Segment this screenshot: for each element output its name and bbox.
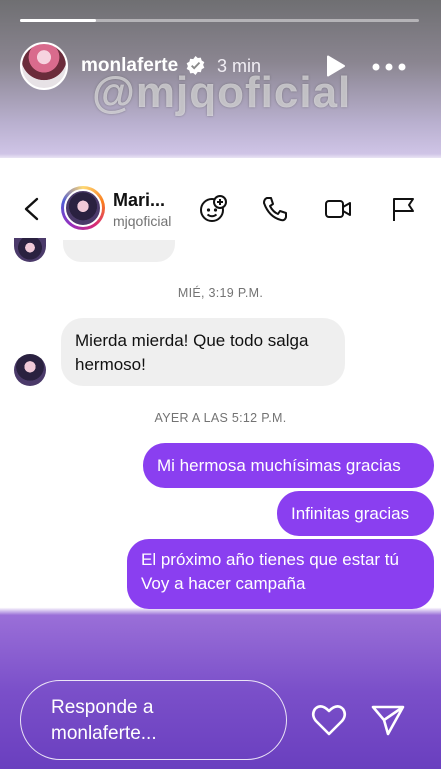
chat-timestamp: MIÉ, 3:19 P.M. xyxy=(177,286,264,300)
back-icon[interactable] xyxy=(22,197,40,221)
contact-avatar-photo xyxy=(64,189,102,227)
heart-icon[interactable] xyxy=(311,703,347,737)
previous-message-bubble xyxy=(63,240,175,262)
story-avatar[interactable] xyxy=(20,42,68,90)
chat-timestamp: AYER A LAS 5:12 P.M. xyxy=(154,411,287,425)
outgoing-message-line: El próximo año tienes que estar tú xyxy=(141,550,399,569)
avatar-add-icon[interactable] xyxy=(199,195,227,223)
video-call-icon[interactable] xyxy=(324,195,352,223)
outgoing-message-line: Voy a hacer campaña xyxy=(141,574,306,593)
incoming-message: Mierda mierda! Que todo salga hermoso! xyxy=(61,318,345,386)
outgoing-message: El próximo año tienes que estar tú Voy a… xyxy=(127,539,434,609)
reply-input[interactable]: Responde a monlaferte... xyxy=(20,680,287,760)
contact-avatar[interactable] xyxy=(61,186,105,230)
story-progress-bar xyxy=(20,19,419,22)
outgoing-message: Infinitas gracias xyxy=(277,491,434,536)
watermark: @mjqoficial xyxy=(92,68,352,117)
contact-name[interactable]: Mari... xyxy=(113,190,165,211)
send-icon[interactable] xyxy=(370,703,406,737)
flag-icon[interactable] xyxy=(390,195,418,223)
phone-icon[interactable] xyxy=(261,195,289,223)
sender-avatar xyxy=(14,354,46,386)
sender-avatar xyxy=(14,238,46,262)
contact-handle: mjqoficial xyxy=(113,213,172,229)
story-progress-fill xyxy=(20,19,96,22)
more-options-icon[interactable] xyxy=(372,63,406,71)
outgoing-message: Mi hermosa muchísimas gracias xyxy=(143,443,434,488)
